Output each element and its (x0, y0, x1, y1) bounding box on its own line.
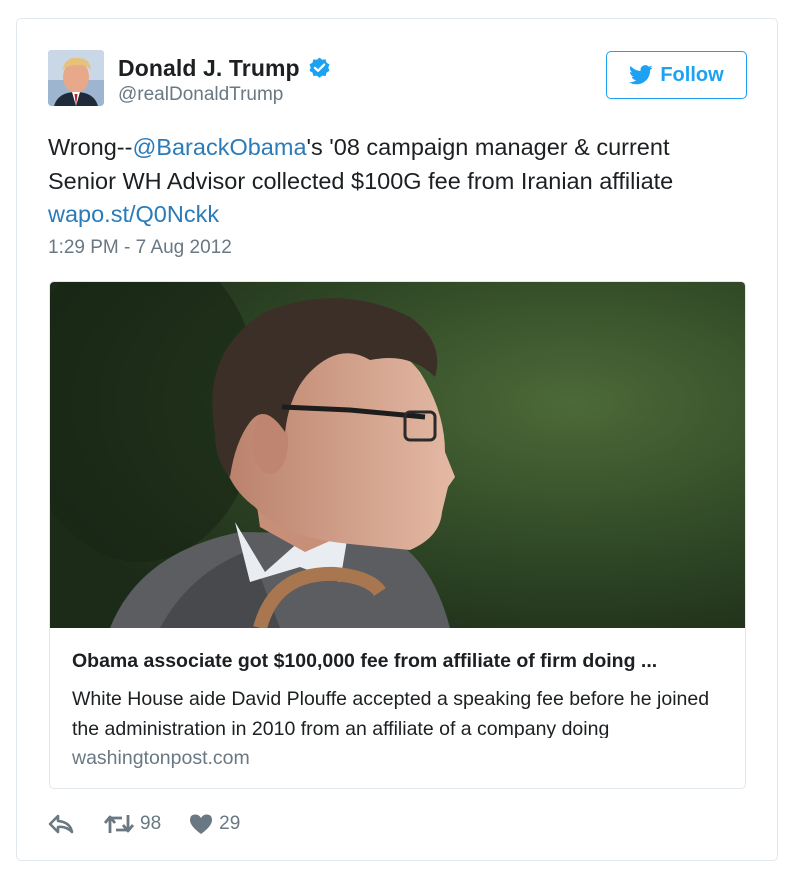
tweet-card: Donald J. Trump @realDonaldTrump Follow … (16, 18, 778, 861)
mention-link[interactable]: @BarackObama (132, 134, 306, 160)
follow-button[interactable]: Follow (606, 51, 747, 99)
article-photo (50, 282, 745, 628)
heart-icon (190, 814, 213, 834)
twitter-bird-icon (629, 65, 653, 85)
tweet-text-prefix: Wrong-- (48, 134, 133, 160)
avatar-image (48, 50, 104, 106)
link-preview-card[interactable]: Obama associate got $100,000 fee from af… (49, 281, 746, 789)
link-card-description: White House aide David Plouffe accepted … (72, 688, 710, 738)
follow-button-label: Follow (660, 63, 724, 86)
author-handle[interactable]: @realDonaldTrump (118, 84, 332, 106)
tweet-url-link[interactable]: wapo.st/Q0Nckk (48, 201, 219, 227)
link-card-image (50, 282, 745, 628)
tweet-timestamp[interactable]: 1:29 PM - 7 Aug 2012 (48, 237, 232, 259)
verified-badge-icon (309, 57, 330, 78)
like-button[interactable]: 29 (189, 813, 240, 835)
tweet-actions: 98 29 (48, 813, 240, 835)
reply-button[interactable] (48, 814, 74, 834)
like-count: 29 (219, 813, 241, 834)
author-name[interactable]: Donald J. Trump (118, 55, 300, 82)
link-card-title[interactable]: Obama associate got $100,000 fee from af… (72, 650, 732, 673)
tweet-text: Wrong--@BarackObama's '08 campaign manag… (48, 131, 728, 232)
author-block: Donald J. Trump @realDonaldTrump (118, 55, 332, 106)
retweet-count: 98 (140, 813, 162, 834)
reply-icon (48, 814, 74, 834)
retweet-button[interactable]: 98 (104, 813, 161, 835)
retweet-icon (104, 815, 134, 833)
link-card-domain: washingtonpost.com (72, 747, 250, 769)
avatar[interactable] (48, 50, 104, 106)
